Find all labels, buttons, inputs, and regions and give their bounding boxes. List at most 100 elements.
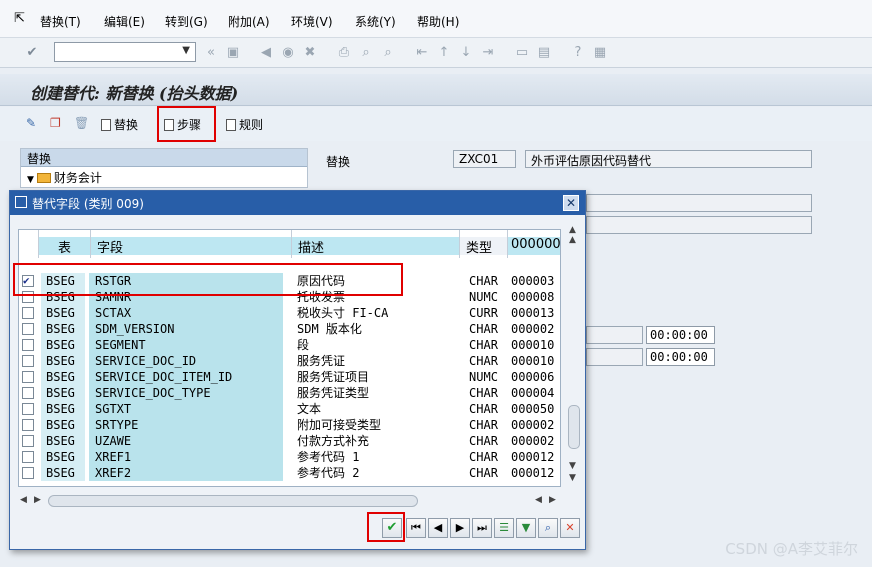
cancel-button[interactable]: ✕ — [560, 518, 580, 538]
last-page-icon[interactable]: ⇥ — [480, 45, 496, 61]
row-checkbox[interactable] — [22, 467, 34, 479]
scroll-left-icon[interactable]: ◀ — [20, 495, 27, 505]
rules-button[interactable]: 规则 — [226, 116, 263, 133]
table-row[interactable]: BSEG SERVICE_DOC_TYPE 服务凭证类型 CHAR 000004 — [19, 385, 560, 401]
select-all-column[interactable] — [19, 230, 39, 258]
copy-icon[interactable]: ❐ — [50, 116, 61, 130]
column-description[interactable]: 描述 — [292, 230, 460, 258]
menu-substitution[interactable]: 替换(T) — [40, 13, 81, 30]
column-table[interactable]: 表 — [39, 230, 91, 258]
chevron-down-icon[interactable]: ▼ — [182, 45, 190, 56]
first-page-icon[interactable]: ⇤ — [414, 45, 430, 61]
horizontal-scrollbar[interactable]: ◀ ▶ ◀ ▶ — [18, 493, 561, 509]
table-row[interactable]: BSEG UZAWE 付款方式补充 CHAR 000002 — [19, 433, 560, 449]
scroll-up-icon[interactable]: ▲ — [569, 225, 576, 235]
find-icon[interactable]: ⌕ — [358, 45, 374, 61]
print-icon[interactable]: ⎙ — [336, 45, 352, 61]
menu-goto[interactable]: 转到(G) — [165, 13, 208, 30]
watermark: CSDN @A李艾菲尔 — [725, 540, 858, 558]
column-field[interactable]: 字段 — [91, 230, 292, 258]
row-checkbox[interactable] — [22, 355, 34, 367]
cancel-icon[interactable]: ✖ — [302, 45, 318, 61]
new-session-icon[interactable]: ▭ — [514, 45, 530, 61]
exit-icon[interactable]: ◉ — [280, 45, 296, 61]
save-icon[interactable]: ▣ — [225, 45, 241, 61]
table-row[interactable]: BSEG SEGMENT 段 CHAR 000010 — [19, 337, 560, 353]
back-icon[interactable]: ◀ — [258, 45, 274, 61]
find-next-icon[interactable]: ⌕ — [380, 45, 396, 61]
enter-icon[interactable]: ✔ — [24, 45, 40, 61]
table-row[interactable]: BSEG SRTYPE 附加可接受类型 CHAR 000002 — [19, 417, 560, 433]
scroll-right-icon[interactable]: ▶ — [549, 495, 556, 505]
scroll-down-icon[interactable]: ▼ — [569, 461, 576, 471]
help-icon[interactable]: ? — [570, 45, 586, 61]
filter-button[interactable]: ▼ — [516, 518, 536, 538]
row-checkbox[interactable] — [22, 323, 34, 335]
triangle-down-icon[interactable]: ▼ — [27, 175, 34, 185]
tree-node[interactable]: ▼ 财务会计 — [21, 167, 307, 188]
time-field-2[interactable]: 00:00:00 — [646, 348, 715, 366]
date-field-1[interactable] — [586, 326, 643, 344]
time-field-1[interactable]: 00:00:00 — [646, 326, 715, 344]
cell-table: BSEG — [41, 401, 85, 417]
sort-button[interactable]: ☰ — [494, 518, 514, 538]
field-behind-dialog-2[interactable] — [586, 216, 812, 234]
dialog-title-bar: 替代字段 (类别 009) ✕ — [10, 191, 585, 215]
menu-system[interactable]: 系统(Y) — [355, 13, 396, 30]
menu-environment[interactable]: 环境(V) — [291, 13, 333, 30]
display-change-icon[interactable]: ✎ — [26, 116, 36, 130]
back-arrows-icon[interactable]: « — [203, 45, 219, 61]
scroll-up-icon[interactable]: ▲ — [569, 235, 576, 245]
cell-length: 000010 — [511, 338, 555, 352]
substitution-description-field[interactable]: 外币评估原因代码替代 — [525, 150, 812, 168]
layout-icon[interactable]: ▦ — [592, 45, 608, 61]
column-length[interactable]: 000000 — [508, 230, 560, 258]
vertical-scroll-thumb[interactable] — [568, 405, 580, 449]
table-row[interactable]: BSEG SERVICE_DOC_ID 服务凭证 CHAR 000010 — [19, 353, 560, 369]
row-checkbox[interactable] — [22, 435, 34, 447]
next-button[interactable]: ▶ — [450, 518, 470, 538]
cell-length: 000002 — [511, 434, 555, 448]
row-checkbox[interactable] — [22, 419, 34, 431]
column-type[interactable]: 类型 — [460, 230, 508, 258]
delete-icon[interactable]: 🗑 — [74, 116, 89, 130]
table-row[interactable]: BSEG XREF1 参考代码 1 CHAR 000012 — [19, 449, 560, 465]
table-row[interactable]: BSEG XREF2 参考代码 2 CHAR 000012 — [19, 465, 560, 481]
command-field[interactable]: ▼ — [54, 42, 196, 62]
table-row[interactable]: BSEG SDM_VERSION SDM 版本化 CHAR 000002 — [19, 321, 560, 337]
close-icon[interactable]: ✕ — [563, 195, 579, 211]
prev-page-icon[interactable]: ↑ — [436, 45, 452, 61]
table-row[interactable]: BSEG SCTAX 税收头寸 FI-CA CURR 000013 — [19, 305, 560, 321]
row-checkbox[interactable] — [22, 307, 34, 319]
next-page-icon[interactable]: ↓ — [458, 45, 474, 61]
menu-extras[interactable]: 附加(A) — [228, 13, 270, 30]
row-checkbox[interactable] — [22, 371, 34, 383]
find-button[interactable]: ⌕ — [538, 518, 558, 538]
shortcut-icon[interactable]: ▤ — [536, 45, 552, 61]
row-checkbox[interactable] — [22, 387, 34, 399]
table-row[interactable]: BSEG SGTXT 文本 CHAR 000050 — [19, 401, 560, 417]
cell-type: CHAR — [469, 338, 498, 352]
previous-button[interactable]: ◀ — [428, 518, 448, 538]
last-page-button[interactable]: ⏭ — [472, 518, 492, 538]
cell-description: 服务凭证类型 — [297, 386, 370, 400]
menu-icon[interactable]: ⇱ — [14, 11, 25, 26]
scroll-left-icon[interactable]: ◀ — [535, 495, 542, 505]
vertical-scrollbar[interactable]: ▲ ▲ ▼ ▼ — [567, 225, 581, 487]
cell-description: 税收头寸 FI-CA — [297, 306, 389, 320]
menu-help[interactable]: 帮助(H) — [417, 13, 459, 30]
row-checkbox[interactable] — [22, 451, 34, 463]
horizontal-scroll-thumb[interactable] — [48, 495, 418, 507]
row-checkbox[interactable] — [22, 339, 34, 351]
substitution-button[interactable]: 替换 — [101, 116, 138, 133]
date-field-2[interactable] — [586, 348, 643, 366]
substitution-tree: 替换 ▼ 财务会计 — [20, 148, 308, 188]
menu-edit[interactable]: 编辑(E) — [104, 13, 145, 30]
scroll-down-icon[interactable]: ▼ — [569, 473, 576, 483]
table-row[interactable]: BSEG SERVICE_DOC_ITEM_ID 服务凭证项目 NUMC 000006 — [19, 369, 560, 385]
field-behind-dialog-1[interactable] — [586, 194, 812, 212]
scroll-right-icon[interactable]: ▶ — [34, 495, 41, 505]
first-page-button[interactable]: ⏮ — [406, 518, 426, 538]
cell-table: BSEG — [41, 433, 85, 449]
row-checkbox[interactable] — [22, 403, 34, 415]
